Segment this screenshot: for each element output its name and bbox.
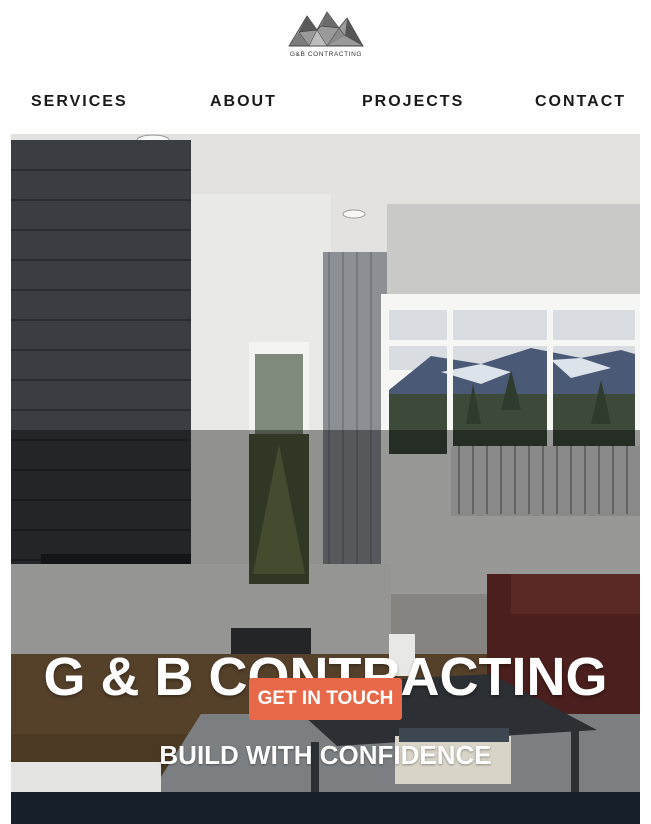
nav-projects[interactable]: PROJECTS bbox=[362, 93, 464, 111]
logo-text: G&B CONTRACTING bbox=[289, 51, 363, 58]
hero-image bbox=[11, 134, 640, 824]
hero-subtitle: BUILD WITH CONFIDENCE bbox=[159, 740, 492, 770]
get-in-touch-button[interactable]: GET IN TOUCH bbox=[249, 678, 402, 720]
nav-contact[interactable]: CONTACT bbox=[535, 93, 626, 111]
geodesic-mountain-icon bbox=[288, 11, 364, 47]
nav-services[interactable]: SERVICES bbox=[31, 93, 128, 111]
footer-band bbox=[11, 792, 640, 824]
nav-about[interactable]: ABOUT bbox=[210, 93, 277, 111]
hero-section: G & B CONTRACTING BUILD WITH CONFIDENCE bbox=[11, 134, 640, 824]
logo[interactable]: G&B CONTRACTING bbox=[287, 10, 365, 60]
main-nav: SERVICES ABOUT PROJECTS CONTACT bbox=[0, 93, 651, 113]
